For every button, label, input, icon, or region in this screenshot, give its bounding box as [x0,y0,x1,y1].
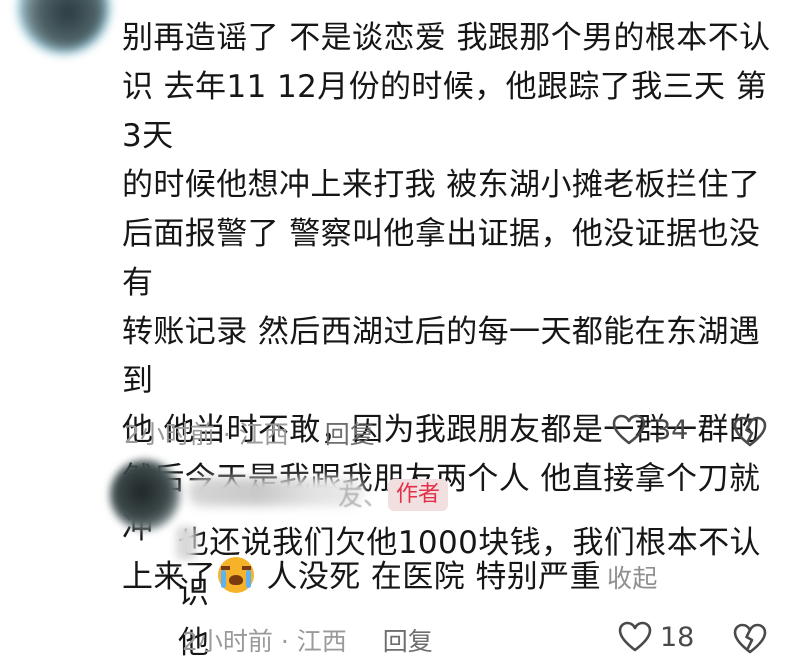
comment-time-location: 2小时前 · 江西 [124,420,289,449]
comment-meta: 2小时前 · 江西 回复 [124,415,375,451]
heart-icon [618,621,652,652]
reply-button[interactable]: 回复 [325,415,375,451]
comment-line: 转账记录 然后西湖过后的每一天都能在东湖遇到 [122,314,761,399]
reply-line: 也还说我们欠他1000块钱，我们根本不认识 [178,525,761,611]
like-count: 18 [660,621,695,653]
broken-heart-icon[interactable] [733,623,767,655]
comment-line: 识 去年11 12月份的时候，他跟踪了我三天 第3天 [122,69,768,154]
comment-line: 的时候他想冲上来打我 被东湖小摊老板拦住了 [122,167,761,203]
replier-avatar[interactable] [110,460,180,530]
like-button[interactable]: 34 [612,414,688,446]
broken-heart-icon[interactable] [733,416,767,448]
reply-time-location: 2小时前 · 江西 [182,627,347,656]
comment-line: 后面报警了 警察叫他拿出证据，他没证据也没有 [122,216,761,301]
reply-like-button[interactable]: 18 [618,621,694,653]
commenter-avatar[interactable] [22,0,106,50]
comment-line: 别再造谣了 不是谈恋爱 我跟那个男的根本不认 [122,20,771,56]
comment-text: 别再造谣了 不是谈恋爱 我跟那个男的根本不认 识 去年11 12月份的时候，他跟… [122,14,782,603]
replier-name-suffix: 友、 [338,482,389,511]
reply-meta: 2小时前 · 江西 回复 [182,622,433,658]
like-count: 34 [654,414,689,446]
author-badge: 作者 [388,479,449,511]
reply-blur-overlay [176,526,196,560]
heart-icon [612,414,646,445]
reply-reply-button[interactable]: 回复 [383,622,433,658]
